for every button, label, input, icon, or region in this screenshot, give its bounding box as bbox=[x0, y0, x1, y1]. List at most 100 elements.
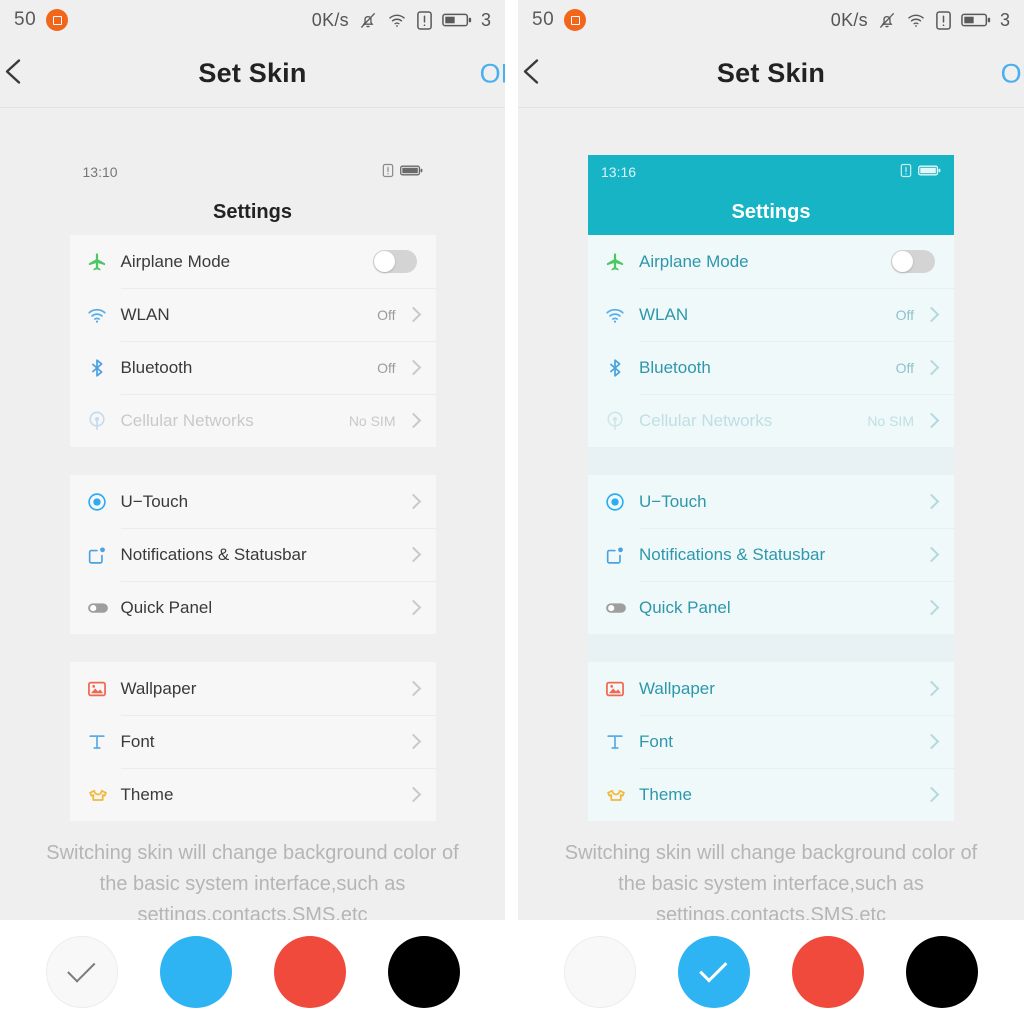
chevron-right-icon bbox=[923, 733, 940, 750]
swatch-blue[interactable] bbox=[159, 936, 232, 1008]
settings-row-cellular-networks[interactable]: Cellular Networks No SIM bbox=[588, 394, 954, 447]
app-title-bar: Set Skin OK bbox=[518, 40, 1024, 108]
chevron-right-icon bbox=[923, 412, 940, 429]
app-square-icon bbox=[46, 9, 69, 31]
ok-button[interactable]: OK bbox=[1001, 58, 1024, 89]
settings-row-value: No SIM bbox=[867, 412, 914, 429]
app-square-icon bbox=[564, 9, 587, 31]
skin-hint-text: Switching skin will change background co… bbox=[46, 842, 459, 926]
system-clock: 50 bbox=[14, 9, 37, 30]
chevron-right-icon bbox=[923, 306, 940, 323]
sim-alert-icon bbox=[416, 10, 433, 31]
settings-row-label: Cellular Networks bbox=[120, 410, 254, 430]
group-separator bbox=[588, 634, 954, 662]
battery-icon bbox=[442, 11, 472, 29]
settings-row-wlan[interactable]: WLAN Off bbox=[70, 288, 436, 341]
sim-alert-icon bbox=[900, 163, 912, 181]
network-speed-label: 0K/s bbox=[830, 9, 868, 30]
settings-row-bluetooth[interactable]: Bluetooth Off bbox=[588, 341, 954, 394]
swatch-white[interactable] bbox=[564, 936, 636, 1008]
airplane-mode-toggle[interactable] bbox=[372, 250, 417, 273]
airplane-mode-toggle[interactable] bbox=[891, 250, 935, 273]
settings-row-quick-panel[interactable]: Quick Panel bbox=[70, 581, 436, 634]
wifi-icon bbox=[86, 304, 121, 326]
settings-row-wlan[interactable]: WLAN Off bbox=[588, 288, 954, 341]
font-icon bbox=[86, 731, 121, 753]
settings-row-label: Theme bbox=[639, 784, 692, 804]
quickpanel-icon bbox=[604, 596, 639, 620]
settings-row-label: Font bbox=[120, 731, 155, 751]
settings-row-u-touch[interactable]: U−Touch bbox=[70, 475, 436, 528]
chevron-right-icon bbox=[923, 546, 940, 563]
settings-row-airplane-mode[interactable]: Airplane Mode bbox=[588, 235, 954, 288]
bell-muted-icon bbox=[877, 10, 897, 30]
settings-row-wallpaper[interactable]: Wallpaper bbox=[70, 662, 436, 715]
preview-status-bar: 13:10 bbox=[69, 155, 436, 189]
group-separator bbox=[588, 447, 954, 475]
settings-row-u-touch[interactable]: U−Touch bbox=[588, 475, 954, 528]
cellular-icon bbox=[604, 410, 639, 432]
settings-row-wallpaper[interactable]: Wallpaper bbox=[588, 662, 954, 715]
settings-row-label: U−Touch bbox=[120, 491, 189, 511]
chevron-right-icon bbox=[405, 733, 421, 750]
chevron-right-icon bbox=[923, 680, 940, 697]
bluetooth-icon bbox=[604, 357, 639, 379]
swatch-blue[interactable] bbox=[678, 936, 750, 1008]
settings-row-airplane-mode[interactable]: Airplane Mode bbox=[70, 235, 436, 288]
wifi-icon bbox=[387, 10, 407, 30]
color-swatch-bar-right bbox=[518, 920, 1024, 1024]
back-chevron-icon[interactable] bbox=[518, 49, 554, 98]
notifications-icon bbox=[604, 544, 639, 566]
panel-left-default-skin: 50 0K/s 3 Set Skin O 13:10 Settings Airp… bbox=[0, 0, 505, 1024]
settings-row-value: No SIM bbox=[348, 412, 396, 429]
page-title: Set Skin bbox=[198, 58, 307, 88]
theme-icon bbox=[86, 783, 121, 807]
skin-hint-text: Switching skin will change background co… bbox=[564, 842, 978, 926]
settings-row-theme[interactable]: Theme bbox=[588, 768, 954, 821]
settings-row-notifications-statusbar[interactable]: Notifications & Statusbar bbox=[588, 528, 954, 581]
chevron-right-icon bbox=[923, 493, 940, 510]
back-chevron-icon[interactable] bbox=[0, 49, 36, 98]
swatch-red[interactable] bbox=[273, 936, 346, 1008]
swatch-black[interactable] bbox=[387, 936, 460, 1008]
battery-icon bbox=[961, 11, 991, 29]
preview-app-header: Settings bbox=[69, 189, 436, 235]
chevron-right-icon bbox=[405, 786, 421, 803]
settings-group: Airplane Mode WLAN Off Bluetooth Off Cel… bbox=[69, 235, 436, 447]
battery-icon bbox=[918, 164, 941, 180]
settings-row-theme[interactable]: Theme bbox=[70, 768, 436, 821]
chevron-right-icon bbox=[405, 599, 421, 616]
settings-row-notifications-statusbar[interactable]: Notifications & Statusbar bbox=[70, 528, 436, 581]
check-icon bbox=[699, 954, 728, 983]
settings-row-quick-panel[interactable]: Quick Panel bbox=[588, 581, 954, 634]
cellular-icon bbox=[86, 410, 121, 432]
swatch-white[interactable] bbox=[45, 936, 118, 1008]
settings-group: Wallpaper Font Theme bbox=[588, 662, 954, 821]
settings-row-value: Off bbox=[377, 359, 396, 376]
chevron-right-icon bbox=[405, 546, 421, 563]
battery-icon bbox=[399, 164, 423, 180]
utouch-icon bbox=[86, 491, 121, 513]
preview-clock: 13:16 bbox=[601, 164, 637, 180]
system-status-bar: 50 0K/s 3 bbox=[0, 0, 505, 40]
settings-row-font[interactable]: Font bbox=[588, 715, 954, 768]
skin-preview-wrapper-teal: 13:16 Settings Airplane Mode WLAN Off Bl… bbox=[518, 108, 1024, 821]
chevron-right-icon bbox=[405, 359, 421, 376]
settings-row-bluetooth[interactable]: Bluetooth Off bbox=[70, 341, 436, 394]
chevron-right-icon bbox=[923, 599, 940, 616]
settings-row-cellular-networks[interactable]: Cellular Networks No SIM bbox=[70, 394, 436, 447]
chevron-right-icon bbox=[923, 786, 940, 803]
ok-button[interactable]: OK bbox=[480, 58, 505, 89]
settings-row-label: WLAN bbox=[120, 304, 170, 324]
settings-row-value: Off bbox=[377, 306, 396, 323]
wallpaper-icon bbox=[604, 678, 639, 700]
network-speed-label: 0K/s bbox=[311, 9, 349, 30]
theme-icon bbox=[604, 783, 639, 807]
settings-row-font[interactable]: Font bbox=[70, 715, 436, 768]
settings-row-label: Notifications & Statusbar bbox=[120, 544, 307, 564]
swatch-red[interactable] bbox=[792, 936, 864, 1008]
settings-row-label: Font bbox=[639, 731, 674, 751]
swatch-black[interactable] bbox=[906, 936, 978, 1008]
page-title: Set Skin bbox=[716, 58, 826, 88]
airplane-icon bbox=[86, 251, 121, 273]
